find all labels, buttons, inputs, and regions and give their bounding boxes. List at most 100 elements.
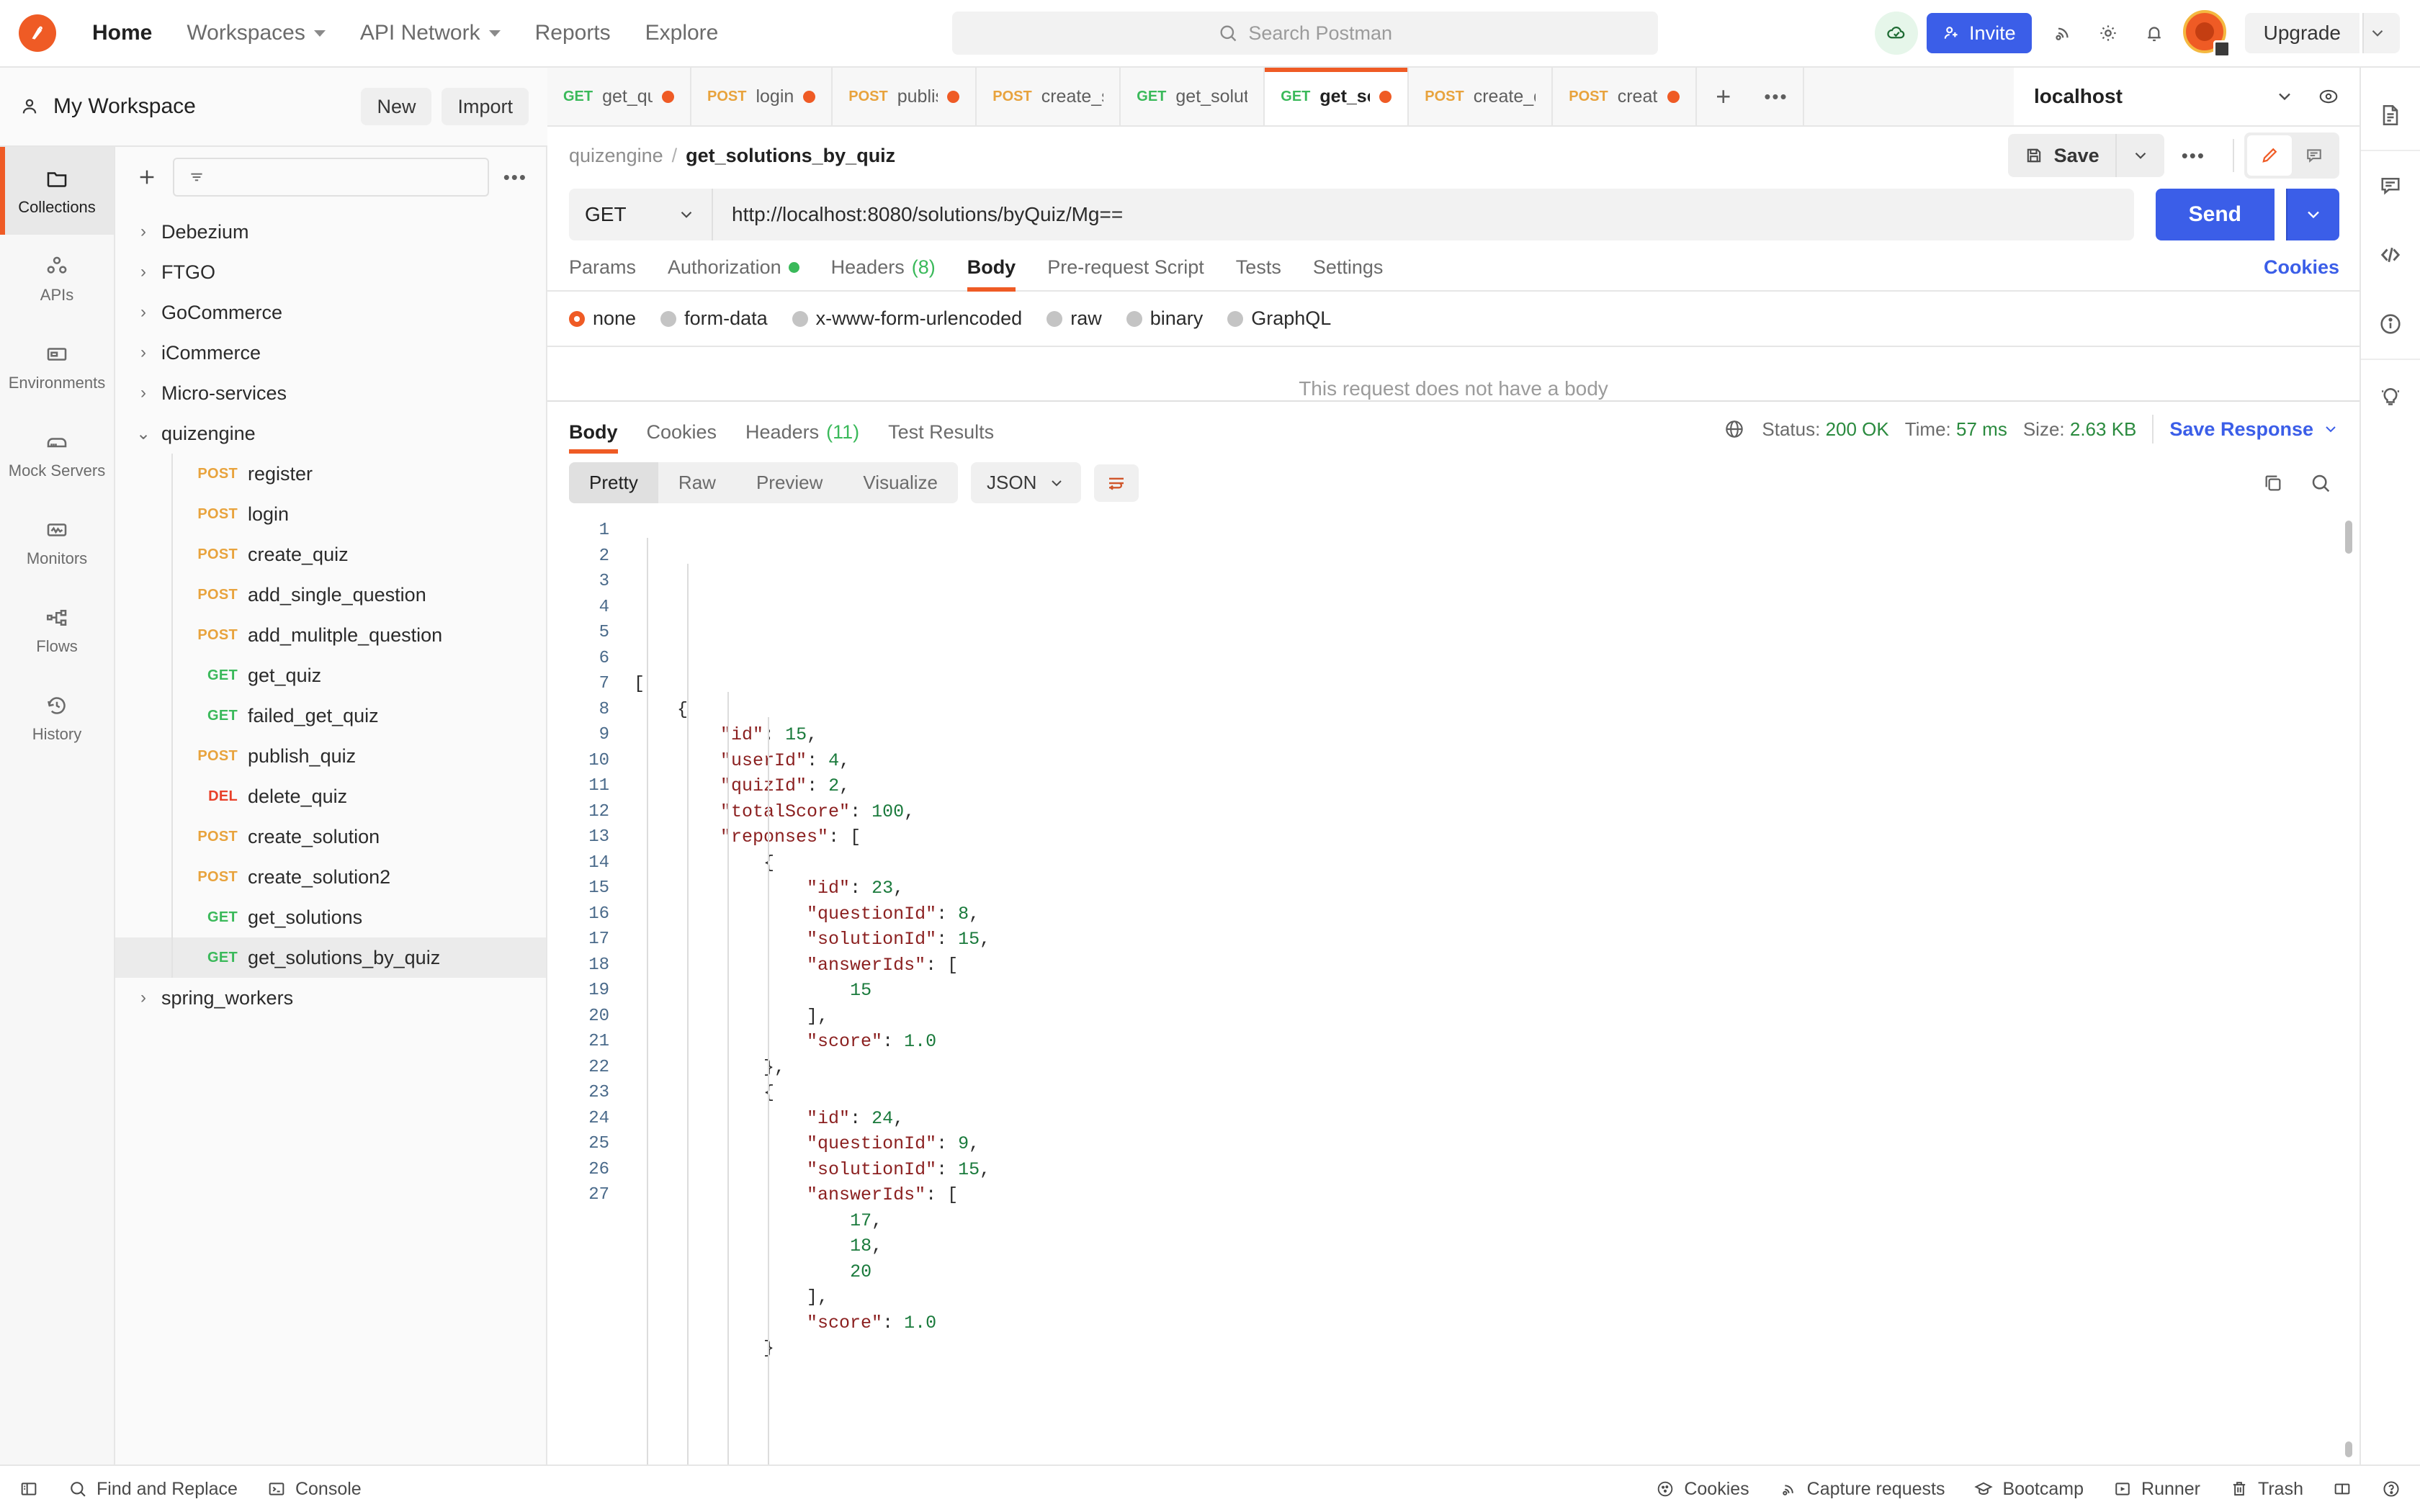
body-type-binary[interactable]: binary: [1126, 307, 1204, 330]
tree-request-add-mulitple-question[interactable]: POSTadd_mulitple_question: [115, 615, 546, 655]
response-tab-body[interactable]: Body: [569, 421, 632, 454]
sidebar-item-mock-servers[interactable]: Mock Servers: [0, 410, 114, 498]
bootcamp-button[interactable]: Bootcamp: [1973, 1479, 2084, 1500]
scrollbar-thumb[interactable]: [2345, 521, 2352, 554]
tab-params[interactable]: Params: [569, 256, 652, 290]
http-method-select[interactable]: GET: [569, 189, 713, 240]
tree-folder-spring-workers[interactable]: ›spring_workers: [115, 978, 546, 1018]
save-options-button[interactable]: [2115, 134, 2164, 177]
request-tab-publish-quiz[interactable]: POSTpublish_qui: [833, 68, 977, 125]
scrollbar-thumb-bottom[interactable]: [2345, 1441, 2352, 1457]
search-icon[interactable]: [2309, 472, 2332, 495]
tree-request-failed-get-quiz[interactable]: GETfailed_get_quiz: [115, 696, 546, 736]
nav-api-network[interactable]: API Network: [343, 14, 518, 53]
sidebar-item-monitors[interactable]: Monitors: [0, 498, 114, 586]
body-type-none[interactable]: none: [569, 307, 636, 330]
invite-button[interactable]: Invite: [1927, 13, 2032, 53]
nav-reports[interactable]: Reports: [518, 14, 628, 53]
info-circle-icon[interactable]: [2360, 289, 2420, 359]
cookies-link[interactable]: Cookies: [2264, 256, 2339, 290]
runner-button[interactable]: Runner: [2112, 1479, 2200, 1500]
sidebar-item-apis[interactable]: APIs: [0, 235, 114, 323]
breadcrumb-collection[interactable]: quizengine: [569, 145, 663, 167]
sidebar-item-flows[interactable]: Flows: [0, 586, 114, 674]
new-tab-button[interactable]: +: [1697, 68, 1749, 125]
body-type-raw[interactable]: raw: [1047, 307, 1102, 330]
help-circle-icon[interactable]: [2381, 1479, 2401, 1499]
response-tab-test-results[interactable]: Test Results: [874, 421, 1008, 454]
body-type-form-data[interactable]: form-data: [660, 307, 768, 330]
tree-folder-icommerce[interactable]: ›iCommerce: [115, 333, 546, 373]
request-tab-get-solutions-by-quiz[interactable]: GETget_solution:: [1265, 68, 1409, 125]
filter-input[interactable]: [173, 158, 489, 197]
tab-tests[interactable]: Tests: [1220, 256, 1297, 290]
copy-icon[interactable]: [2262, 472, 2285, 495]
nav-explore[interactable]: Explore: [628, 14, 736, 53]
view-mode-raw[interactable]: Raw: [658, 462, 736, 503]
gear-icon[interactable]: [2087, 12, 2130, 55]
tree-request-delete-quiz[interactable]: DELdelete_quiz: [115, 776, 546, 816]
tree-request-publish-quiz[interactable]: POSTpublish_quiz: [115, 736, 546, 776]
send-button[interactable]: Send: [2156, 189, 2275, 240]
tree-folder-debezium[interactable]: ›Debezium: [115, 212, 546, 252]
request-tab-create-quiz[interactable]: POSTcreate_quiz: [1409, 68, 1553, 125]
tabs-more-icon[interactable]: •••: [1749, 68, 1803, 125]
search-input[interactable]: Search Postman: [952, 12, 1658, 55]
sidebar-item-environments[interactable]: Environments: [0, 323, 114, 410]
environment-selector[interactable]: localhost: [2014, 68, 2360, 125]
tab-headers[interactable]: Headers(8): [815, 256, 951, 290]
documentation-icon[interactable]: [2360, 81, 2420, 150]
request-more-icon[interactable]: •••: [2164, 145, 2223, 167]
view-mode-preview[interactable]: Preview: [736, 462, 843, 503]
collections-more-icon[interactable]: •••: [503, 166, 527, 189]
nav-workspaces[interactable]: Workspaces: [169, 14, 343, 53]
response-tab-headers[interactable]: Headers(11): [731, 421, 874, 454]
plus-icon[interactable]: [135, 166, 158, 189]
workspace-name[interactable]: My Workspace: [53, 94, 196, 119]
tree-folder-quizengine[interactable]: ⌄quizengine: [115, 413, 546, 454]
tree-request-login[interactable]: POSTlogin: [115, 494, 546, 534]
console-button[interactable]: Console: [266, 1479, 362, 1500]
tree-request-create-solution2[interactable]: POSTcreate_solution2: [115, 857, 546, 897]
tab-authorization[interactable]: Authorization: [652, 256, 815, 290]
request-tab-create-solution[interactable]: POSTcreate_solutio: [977, 68, 1121, 125]
tree-request-get-solutions[interactable]: GETget_solutions: [115, 897, 546, 937]
tree-folder-ftgo[interactable]: ›FTGO: [115, 252, 546, 292]
comment-icon[interactable]: [2360, 151, 2420, 220]
tree-request-create-solution[interactable]: POSTcreate_solution: [115, 816, 546, 857]
request-tab-create-solu[interactable]: POSTcreate_solu: [1553, 68, 1697, 125]
trash-button[interactable]: Trash: [2229, 1479, 2303, 1500]
cloud-check-icon[interactable]: [1875, 12, 1918, 55]
request-tab-get-quiz[interactable]: GETget_quiz: [547, 68, 691, 125]
tab-settings[interactable]: Settings: [1297, 256, 1399, 290]
body-type-x-www-form-urlencoded[interactable]: x-www-form-urlencoded: [792, 307, 1023, 330]
avatar[interactable]: [2183, 10, 2229, 56]
save-response-button[interactable]: Save Response: [2169, 418, 2339, 441]
code-icon[interactable]: [2360, 220, 2420, 289]
eye-icon[interactable]: [2318, 86, 2339, 107]
url-input[interactable]: http://localhost:8080/solutions/byQuiz/M…: [713, 189, 2134, 240]
tree-request-add-single-question[interactable]: POSTadd_single_question: [115, 575, 546, 615]
tree-request-get-solutions-by-quiz[interactable]: GETget_solutions_by_quiz: [115, 937, 546, 978]
sidebar-item-collections[interactable]: Collections: [0, 147, 114, 235]
nav-home[interactable]: Home: [75, 14, 169, 53]
layout-icon[interactable]: [2332, 1479, 2352, 1499]
tree-request-register[interactable]: POSTregister: [115, 454, 546, 494]
tree-folder-micro-services[interactable]: ›Micro-services: [115, 373, 546, 413]
tree-request-get-quiz[interactable]: GETget_quiz: [115, 655, 546, 696]
capture-requests-button[interactable]: Capture requests: [1778, 1479, 1945, 1500]
body-type-graphql[interactable]: GraphQL: [1227, 307, 1331, 330]
response-format-select[interactable]: JSON: [971, 462, 1081, 503]
cookies-button[interactable]: Cookies: [1655, 1479, 1749, 1500]
postman-logo-icon[interactable]: [19, 14, 56, 52]
response-body-viewer[interactable]: 1 2 3 4 5 6 7 8 9 10 11 12 13 14 15 16 1…: [547, 512, 2360, 1464]
tree-request-create-quiz[interactable]: POSTcreate_quiz: [115, 534, 546, 575]
new-button[interactable]: New: [361, 88, 431, 125]
bell-icon[interactable]: [2133, 12, 2176, 55]
lightbulb-icon[interactable]: [2360, 360, 2420, 429]
sidebar-item-history[interactable]: History: [0, 674, 114, 762]
request-tab-get-solutions[interactable]: GETget_solutions: [1121, 68, 1265, 125]
save-button[interactable]: Save: [2008, 134, 2115, 177]
upgrade-button[interactable]: Upgrade: [2245, 13, 2360, 53]
view-mode-visualize[interactable]: Visualize: [843, 462, 958, 503]
